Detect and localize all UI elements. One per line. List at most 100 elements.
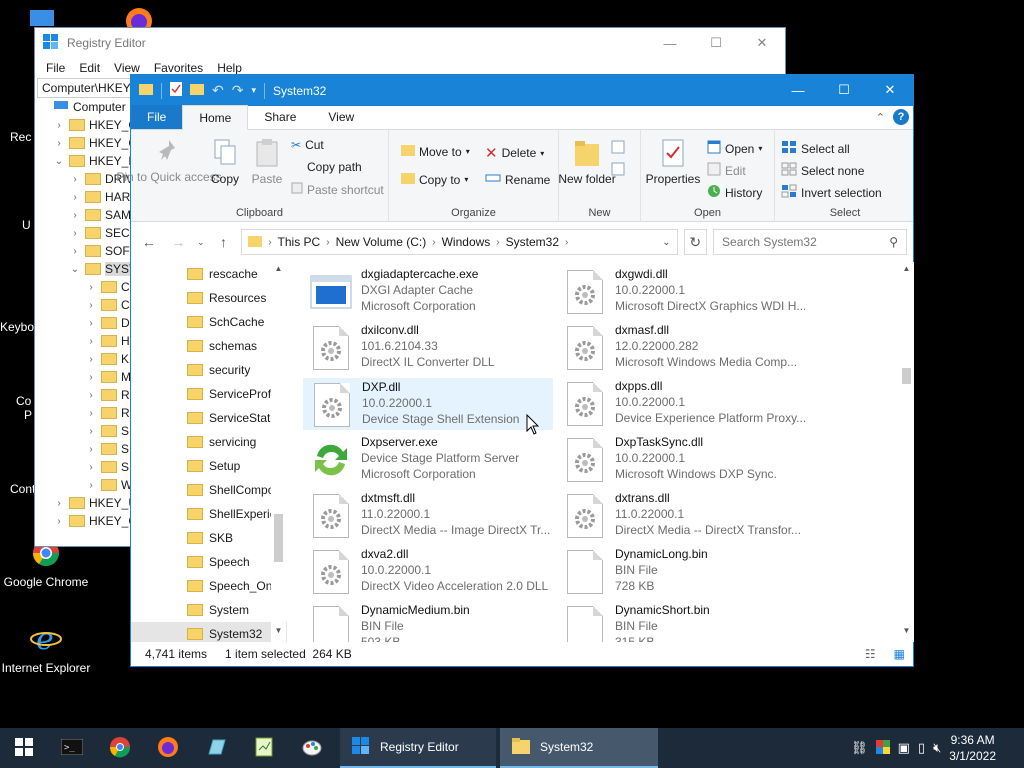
registry-tree-item[interactable]: ⌄ SYST — [37, 260, 137, 278]
collapse-ribbon-icon[interactable]: ⌃ — [876, 111, 885, 124]
nav-folder-item[interactable]: Resources — [131, 286, 287, 310]
breadcrumb[interactable]: › This PC › New Volume (C:) › Windows › … — [241, 229, 678, 255]
scroll-down-icon[interactable]: ▼ — [271, 626, 286, 640]
nav-folder-item[interactable]: ShellExperie — [131, 502, 287, 526]
registry-tree-item[interactable]: › S — [37, 458, 137, 476]
file-tile[interactable]: dxgwdi.dll 10.0.22000.1 Microsoft DirectX … — [557, 266, 807, 318]
select-all-button[interactable]: Select all — [781, 140, 850, 157]
registry-tree-item[interactable]: › HKEY_C — [37, 116, 137, 134]
scroll-up-icon[interactable]: ▲ — [899, 264, 914, 278]
desktop-icon-cont[interactable]: Cont — [10, 482, 36, 496]
nav-folder-item[interactable]: servicing — [131, 430, 287, 454]
new-folder-button[interactable]: New folder — [558, 138, 616, 186]
chevron-right-icon[interactable]: › — [85, 462, 97, 473]
registry-menu-edit[interactable]: Edit — [72, 61, 107, 75]
registry-tree-item[interactable]: › C — [37, 296, 137, 314]
open-button[interactable]: Open ▾ — [707, 140, 762, 157]
chevron-right-icon[interactable]: › — [69, 210, 81, 221]
registry-titlebar[interactable]: Registry Editor — ☐ ✕ — [35, 28, 785, 58]
nav-folder-item[interactable]: SKB — [131, 526, 287, 550]
paste-button[interactable]: Paste — [247, 138, 287, 186]
taskbar-task-registry-editor[interactable]: Registry Editor — [340, 728, 496, 768]
registry-tree-item[interactable]: › R — [37, 404, 137, 422]
nav-folder-item[interactable]: System — [131, 598, 287, 622]
registry-tree-item[interactable]: › S — [37, 422, 137, 440]
tab-home[interactable]: Home — [182, 105, 249, 130]
chevron-right-icon[interactable]: › — [53, 516, 65, 527]
file-tile[interactable]: dxtmsft.dll 11.0.22000.1 DirectX Media -- … — [303, 490, 553, 542]
help-icon[interactable]: ? — [893, 109, 909, 125]
chevron-down-icon[interactable]: ⌄ — [53, 156, 65, 167]
registry-tree-item[interactable]: › HKEY_C — [37, 512, 137, 530]
delete-button[interactable]: ✕ Delete ▾ — [485, 144, 544, 162]
display-icon[interactable]: ▣ — [898, 740, 910, 756]
chevron-right-icon[interactable]: › — [85, 336, 97, 347]
registry-tree-item[interactable]: › H — [37, 332, 137, 350]
properties-button[interactable]: Properties — [646, 138, 700, 186]
properties-check-icon[interactable] — [170, 82, 182, 99]
chevron-right-icon[interactable]: › — [85, 480, 97, 491]
registry-tree-item[interactable]: › K — [37, 350, 137, 368]
chevron-right-icon[interactable]: › — [69, 228, 81, 239]
paste-shortcut-button[interactable]: Paste shortcut — [291, 182, 384, 197]
network-icon[interactable]: ⛓ — [851, 740, 868, 756]
volume-muted-icon[interactable]: 🔇︎ — [933, 740, 941, 756]
color-app-icon[interactable] — [875, 739, 890, 757]
file-tile[interactable]: DynamicShort.bin BIN File 315 KB — [557, 602, 807, 642]
start-button[interactable] — [0, 728, 48, 768]
taskbar-firefox[interactable] — [144, 728, 192, 768]
registry-tree-item[interactable]: › S — [37, 440, 137, 458]
registry-tree-item[interactable]: › SAM — [37, 206, 137, 224]
nav-folder-item[interactable]: Speech — [131, 550, 287, 574]
registry-tree-item[interactable]: › HKEY_U — [37, 494, 137, 512]
nav-folder-item[interactable]: rescache — [131, 262, 287, 286]
explorer-minimize-button[interactable]: — — [775, 75, 821, 105]
edit-button[interactable]: Edit — [707, 162, 746, 179]
tab-view[interactable]: View — [312, 105, 370, 129]
nav-folder-item[interactable]: Setup — [131, 454, 287, 478]
registry-tree-item[interactable]: › HKEY_C — [37, 134, 137, 152]
chevron-right-icon[interactable]: › — [85, 282, 97, 293]
breadcrumb-windows[interactable]: Windows — [442, 235, 491, 249]
file-tile[interactable]: dxilconv.dll 101.6.2104.33 DirectX IL Conv… — [303, 322, 553, 374]
explorer-titlebar[interactable]: ↶ ↷ ▾ System32 — ☐ ✕ — [131, 75, 913, 106]
chevron-right-icon[interactable]: › — [85, 426, 97, 437]
chevron-right-icon[interactable]: › — [85, 408, 97, 419]
navigation-pane-scrollbar[interactable]: ▲ ▼ — [271, 262, 286, 642]
desktop-icon-internet-explorer[interactable]: e Internet Explorer — [0, 622, 92, 675]
registry-menu-favorites[interactable]: Favorites — [147, 61, 210, 75]
desktop-icon-control[interactable]: Co P — [16, 394, 36, 422]
registry-minimize-button[interactable]: — — [647, 28, 693, 58]
chevron-right-icon[interactable]: › — [85, 390, 97, 401]
breadcrumb-this-pc[interactable]: This PC — [278, 235, 321, 249]
file-tile[interactable]: dxva2.dll 10.0.22000.1 DirectX Video Accel… — [303, 546, 553, 598]
new-item-button[interactable] — [611, 140, 629, 157]
breadcrumb-volume[interactable]: New Volume (C:) — [336, 235, 427, 249]
redo-icon[interactable]: ↷ — [232, 82, 244, 99]
desktop-icon-keyboard[interactable]: Keybo — [0, 320, 34, 334]
nav-folder-item[interactable]: ServiceState — [131, 406, 287, 430]
qat-dropdown-icon[interactable]: ▾ — [251, 85, 256, 96]
registry-tree-item[interactable]: › D — [37, 314, 137, 332]
scroll-thumb[interactable] — [902, 368, 911, 384]
explorer-close-button[interactable]: ✕ — [867, 75, 913, 105]
tab-share[interactable]: Share — [248, 105, 312, 129]
move-to-button[interactable]: Move to ▾ — [401, 144, 470, 159]
copy-button[interactable]: Copy — [205, 138, 245, 186]
file-tile[interactable]: DynamicMedium.bin BIN File 503 KB — [303, 602, 553, 642]
registry-tree-item[interactable]: › SEC — [37, 224, 137, 242]
registry-menu-file[interactable]: File — [39, 61, 72, 75]
registry-tree-item[interactable]: › C — [37, 278, 137, 296]
nav-folder-item[interactable]: Speech_One — [131, 574, 287, 598]
registry-tree-item[interactable]: Computer — [37, 98, 137, 116]
nav-folder-item[interactable]: System32 — [131, 622, 287, 642]
forward-arrow-icon[interactable]: → — [166, 234, 189, 250]
taskbar-app-cube[interactable] — [192, 728, 240, 768]
taskbar-task-system32[interactable]: System32 — [500, 728, 658, 768]
recent-locations-icon[interactable]: ⌄ — [196, 237, 206, 248]
chevron-right-icon[interactable]: › — [69, 174, 81, 185]
explorer-maximize-button[interactable]: ☐ — [821, 75, 867, 105]
address-dropdown-icon[interactable]: ⌄ — [662, 237, 670, 248]
file-list-scrollbar[interactable]: ▲ ▼ — [899, 262, 914, 642]
back-arrow-icon[interactable]: ← — [137, 234, 160, 250]
